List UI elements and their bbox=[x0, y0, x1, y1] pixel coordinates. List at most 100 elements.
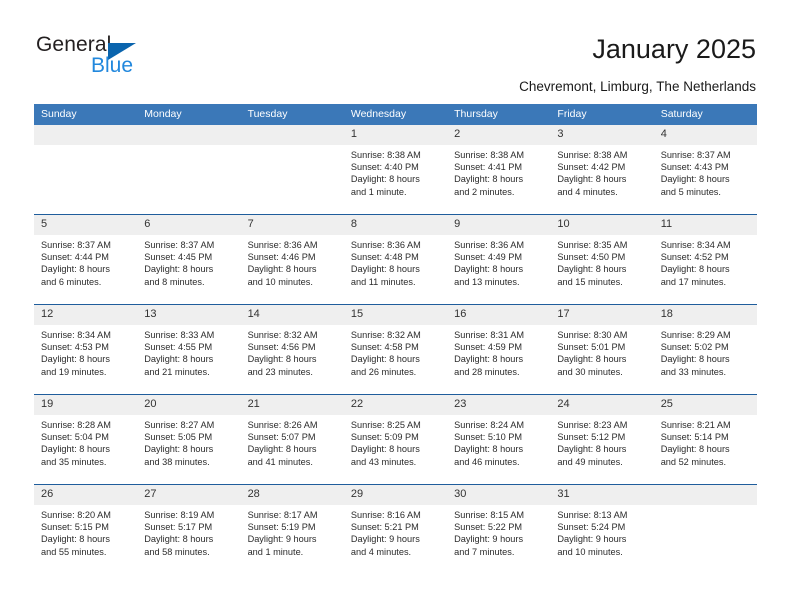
sunset-text: Sunset: 5:24 PM bbox=[557, 522, 626, 533]
calendar-day-cell[interactable]: 20 Sunrise: 8:27 AM Sunset: 5:05 PM Dayligh… bbox=[137, 394, 241, 485]
calendar-day-cell[interactable]: 3 Sunrise: 8:38 AM Sunset: 4:42 PM Daylight… bbox=[550, 125, 654, 215]
calendar-day-cell[interactable]: 21 Sunrise: 8:26 AM Sunset: 5:07 PM Dayligh… bbox=[240, 394, 344, 485]
calendar-day-cell[interactable]: 27 Sunrise: 8:19 AM Sunset: 5:17 PM Dayligh… bbox=[137, 484, 241, 574]
daylight-text-line2: and 13 minutes. bbox=[454, 276, 520, 287]
calendar-day-cell[interactable]: 16 Sunrise: 8:31 AM Sunset: 4:59 PM Dayligh… bbox=[447, 304, 551, 395]
calendar-day-cell[interactable]: 4 Sunrise: 8:37 AM Sunset: 4:43 PM Daylight… bbox=[653, 125, 757, 215]
daylight-text-line1: Daylight: 8 hours bbox=[557, 174, 627, 185]
calendar-day-cell[interactable]: 1 Sunrise: 8:38 AM Sunset: 4:40 PM Daylight… bbox=[343, 125, 448, 215]
day-number: 31 bbox=[550, 485, 654, 505]
day-number: 19 bbox=[34, 395, 138, 415]
calendar-day-cell[interactable]: 19 Sunrise: 8:28 AM Sunset: 5:04 PM Dayligh… bbox=[34, 394, 138, 485]
calendar-day-cell[interactable]: 10 Sunrise: 8:35 AM Sunset: 4:50 PM Dayligh… bbox=[550, 214, 654, 305]
sunrise-text: Sunrise: 8:16 AM bbox=[350, 510, 421, 520]
daylight-text-line2: and 28 minutes. bbox=[454, 366, 520, 377]
general-blue-logo[interactable]: General Blue bbox=[36, 33, 256, 85]
sunset-text: Sunset: 5:12 PM bbox=[557, 432, 626, 443]
sunrise-text: Sunrise: 8:36 AM bbox=[350, 240, 421, 250]
calendar-day-cell[interactable]: 31 Sunrise: 8:13 AM Sunset: 5:24 PM Dayligh… bbox=[550, 484, 654, 574]
day-number: 22 bbox=[343, 395, 448, 415]
daylight-text-line1: Daylight: 8 hours bbox=[660, 444, 730, 455]
sunrise-text: Sunrise: 8:36 AM bbox=[454, 240, 525, 250]
daylight-text-line2: and 15 minutes. bbox=[557, 276, 623, 287]
calendar-day-cell[interactable]: 9 Sunrise: 8:36 AM Sunset: 4:49 PM Daylight… bbox=[447, 214, 551, 305]
calendar-day-cell[interactable]: 2 Sunrise: 8:38 AM Sunset: 4:41 PM Daylight… bbox=[447, 125, 551, 215]
calendar-day-cell[interactable]: 25 Sunrise: 8:21 AM Sunset: 5:14 PM Dayligh… bbox=[653, 394, 757, 485]
sunrise-text: Sunrise: 8:36 AM bbox=[247, 240, 318, 250]
sunset-text: Sunset: 4:43 PM bbox=[660, 162, 729, 173]
day-details: Sunrise: 8:36 AM Sunset: 4:46 PM Daylight:… bbox=[241, 235, 344, 288]
sunset-text: Sunset: 5:15 PM bbox=[41, 522, 109, 533]
calendar-day-cell[interactable]: 24 Sunrise: 8:23 AM Sunset: 5:12 PM Dayligh… bbox=[550, 394, 654, 485]
calendar-day-cell-empty bbox=[34, 125, 138, 215]
calendar-day-cell[interactable]: 29 Sunrise: 8:16 AM Sunset: 5:21 PM Dayligh… bbox=[343, 484, 448, 574]
daylight-text-line2: and 49 minutes. bbox=[557, 456, 623, 467]
day-number: 29 bbox=[343, 485, 448, 505]
calendar-day-cell[interactable]: 30 Sunrise: 8:15 AM Sunset: 5:22 PM Dayligh… bbox=[447, 484, 551, 574]
day-number: 14 bbox=[240, 305, 344, 325]
daylight-text-line1: Daylight: 8 hours bbox=[660, 174, 730, 185]
daylight-text-line2: and 46 minutes. bbox=[454, 456, 520, 467]
calendar-day-cell[interactable]: 13 Sunrise: 8:33 AM Sunset: 4:55 PM Dayligh… bbox=[137, 304, 241, 395]
day-number: 30 bbox=[447, 485, 551, 505]
daylight-text-line1: Daylight: 8 hours bbox=[144, 354, 214, 365]
day-number: 10 bbox=[550, 215, 654, 235]
calendar-day-cell[interactable]: 17 Sunrise: 8:30 AM Sunset: 5:01 PM Dayligh… bbox=[550, 304, 654, 395]
day-number: 25 bbox=[653, 395, 757, 415]
sunrise-text: Sunrise: 8:37 AM bbox=[660, 150, 731, 160]
day-number: 26 bbox=[34, 485, 138, 505]
calendar-day-cell[interactable]: 6 Sunrise: 8:37 AM Sunset: 4:45 PM Daylight… bbox=[137, 214, 241, 305]
day-number: 11 bbox=[653, 215, 757, 235]
daylight-text-line2: and 38 minutes. bbox=[144, 456, 210, 467]
daylight-text-line1: Daylight: 8 hours bbox=[454, 444, 524, 455]
day-number: 12 bbox=[34, 305, 138, 325]
daylight-text-line2: and 4 minutes. bbox=[557, 186, 618, 197]
daylight-text-line2: and 19 minutes. bbox=[41, 366, 107, 377]
calendar-day-cell[interactable]: 11 Sunrise: 8:34 AM Sunset: 4:52 PM Dayligh… bbox=[653, 214, 757, 305]
day-details: Sunrise: 8:36 AM Sunset: 4:49 PM Daylight:… bbox=[447, 235, 550, 288]
calendar-weekday-header-row: Sunday Monday Tuesday Wednesday Thursday Frid… bbox=[34, 104, 757, 125]
calendar-day-cell[interactable]: 15 Sunrise: 8:32 AM Sunset: 4:58 PM Dayligh… bbox=[343, 304, 448, 395]
daylight-text-line2: and 10 minutes. bbox=[557, 546, 623, 557]
sunrise-text: Sunrise: 8:37 AM bbox=[41, 240, 111, 250]
calendar-day-cell[interactable]: 18 Sunrise: 8:29 AM Sunset: 5:02 PM Dayligh… bbox=[653, 304, 757, 395]
calendar-day-cell[interactable]: 5 Sunrise: 8:37 AM Sunset: 4:44 PM Daylight… bbox=[34, 214, 138, 305]
daylight-text-line1: Daylight: 8 hours bbox=[350, 174, 420, 185]
daylight-text-line1: Daylight: 8 hours bbox=[660, 354, 730, 365]
calendar-day-cell[interactable]: 23 Sunrise: 8:24 AM Sunset: 5:10 PM Dayligh… bbox=[447, 394, 551, 485]
calendar-day-cell[interactable]: 7 Sunrise: 8:36 AM Sunset: 4:46 PM Daylight… bbox=[240, 214, 344, 305]
daylight-text-line1: Daylight: 8 hours bbox=[247, 444, 317, 455]
sunset-text: Sunset: 5:17 PM bbox=[144, 522, 213, 533]
sunrise-text: Sunrise: 8:30 AM bbox=[557, 330, 628, 340]
daylight-text-line1: Daylight: 8 hours bbox=[557, 354, 627, 365]
daylight-text-line2: and 21 minutes. bbox=[144, 366, 210, 377]
day-details: Sunrise: 8:33 AM Sunset: 4:55 PM Daylight:… bbox=[137, 325, 240, 378]
day-number: 15 bbox=[343, 305, 448, 325]
sunset-text: Sunset: 4:49 PM bbox=[454, 252, 523, 263]
daylight-text-line1: Daylight: 9 hours bbox=[454, 534, 524, 545]
calendar-day-cell[interactable]: 26 Sunrise: 8:20 AM Sunset: 5:15 PM Dayligh… bbox=[34, 484, 138, 574]
sunset-text: Sunset: 4:40 PM bbox=[350, 162, 419, 173]
calendar-day-cell[interactable]: 8 Sunrise: 8:36 AM Sunset: 4:48 PM Daylight… bbox=[343, 214, 448, 305]
daylight-text-line1: Daylight: 8 hours bbox=[41, 444, 110, 455]
logo-text-blue: Blue bbox=[91, 54, 134, 77]
daylight-text-line2: and 26 minutes. bbox=[350, 366, 417, 377]
calendar-day-cell[interactable]: 14 Sunrise: 8:32 AM Sunset: 4:56 PM Dayligh… bbox=[240, 304, 344, 395]
day-number: 9 bbox=[447, 215, 551, 235]
daylight-text-line1: Daylight: 9 hours bbox=[350, 534, 420, 545]
sunrise-text: Sunrise: 8:25 AM bbox=[350, 420, 421, 430]
calendar-body: 1 Sunrise: 8:38 AM Sunset: 4:40 PM Daylight… bbox=[34, 125, 757, 574]
calendar-day-cell[interactable]: 22 Sunrise: 8:25 AM Sunset: 5:09 PM Dayligh… bbox=[343, 394, 448, 485]
daylight-text-line1: Daylight: 8 hours bbox=[454, 354, 524, 365]
day-details: Sunrise: 8:28 AM Sunset: 5:04 PM Daylight:… bbox=[34, 415, 137, 468]
calendar-day-cell[interactable]: 28 Sunrise: 8:17 AM Sunset: 5:19 PM Dayligh… bbox=[240, 484, 344, 574]
sunrise-text: Sunrise: 8:38 AM bbox=[350, 150, 421, 160]
sunset-text: Sunset: 4:55 PM bbox=[144, 342, 213, 353]
day-details: Sunrise: 8:16 AM Sunset: 5:21 PM Daylight:… bbox=[344, 505, 447, 558]
daylight-text-line1: Daylight: 8 hours bbox=[144, 264, 214, 275]
daylight-text-line2: and 4 minutes. bbox=[350, 546, 412, 557]
day-number: 3 bbox=[550, 125, 654, 145]
daylight-text-line1: Daylight: 8 hours bbox=[660, 264, 730, 275]
day-details: Sunrise: 8:36 AM Sunset: 4:48 PM Daylight:… bbox=[344, 235, 447, 288]
calendar-day-cell[interactable]: 12 Sunrise: 8:34 AM Sunset: 4:53 PM Dayligh… bbox=[34, 304, 138, 395]
